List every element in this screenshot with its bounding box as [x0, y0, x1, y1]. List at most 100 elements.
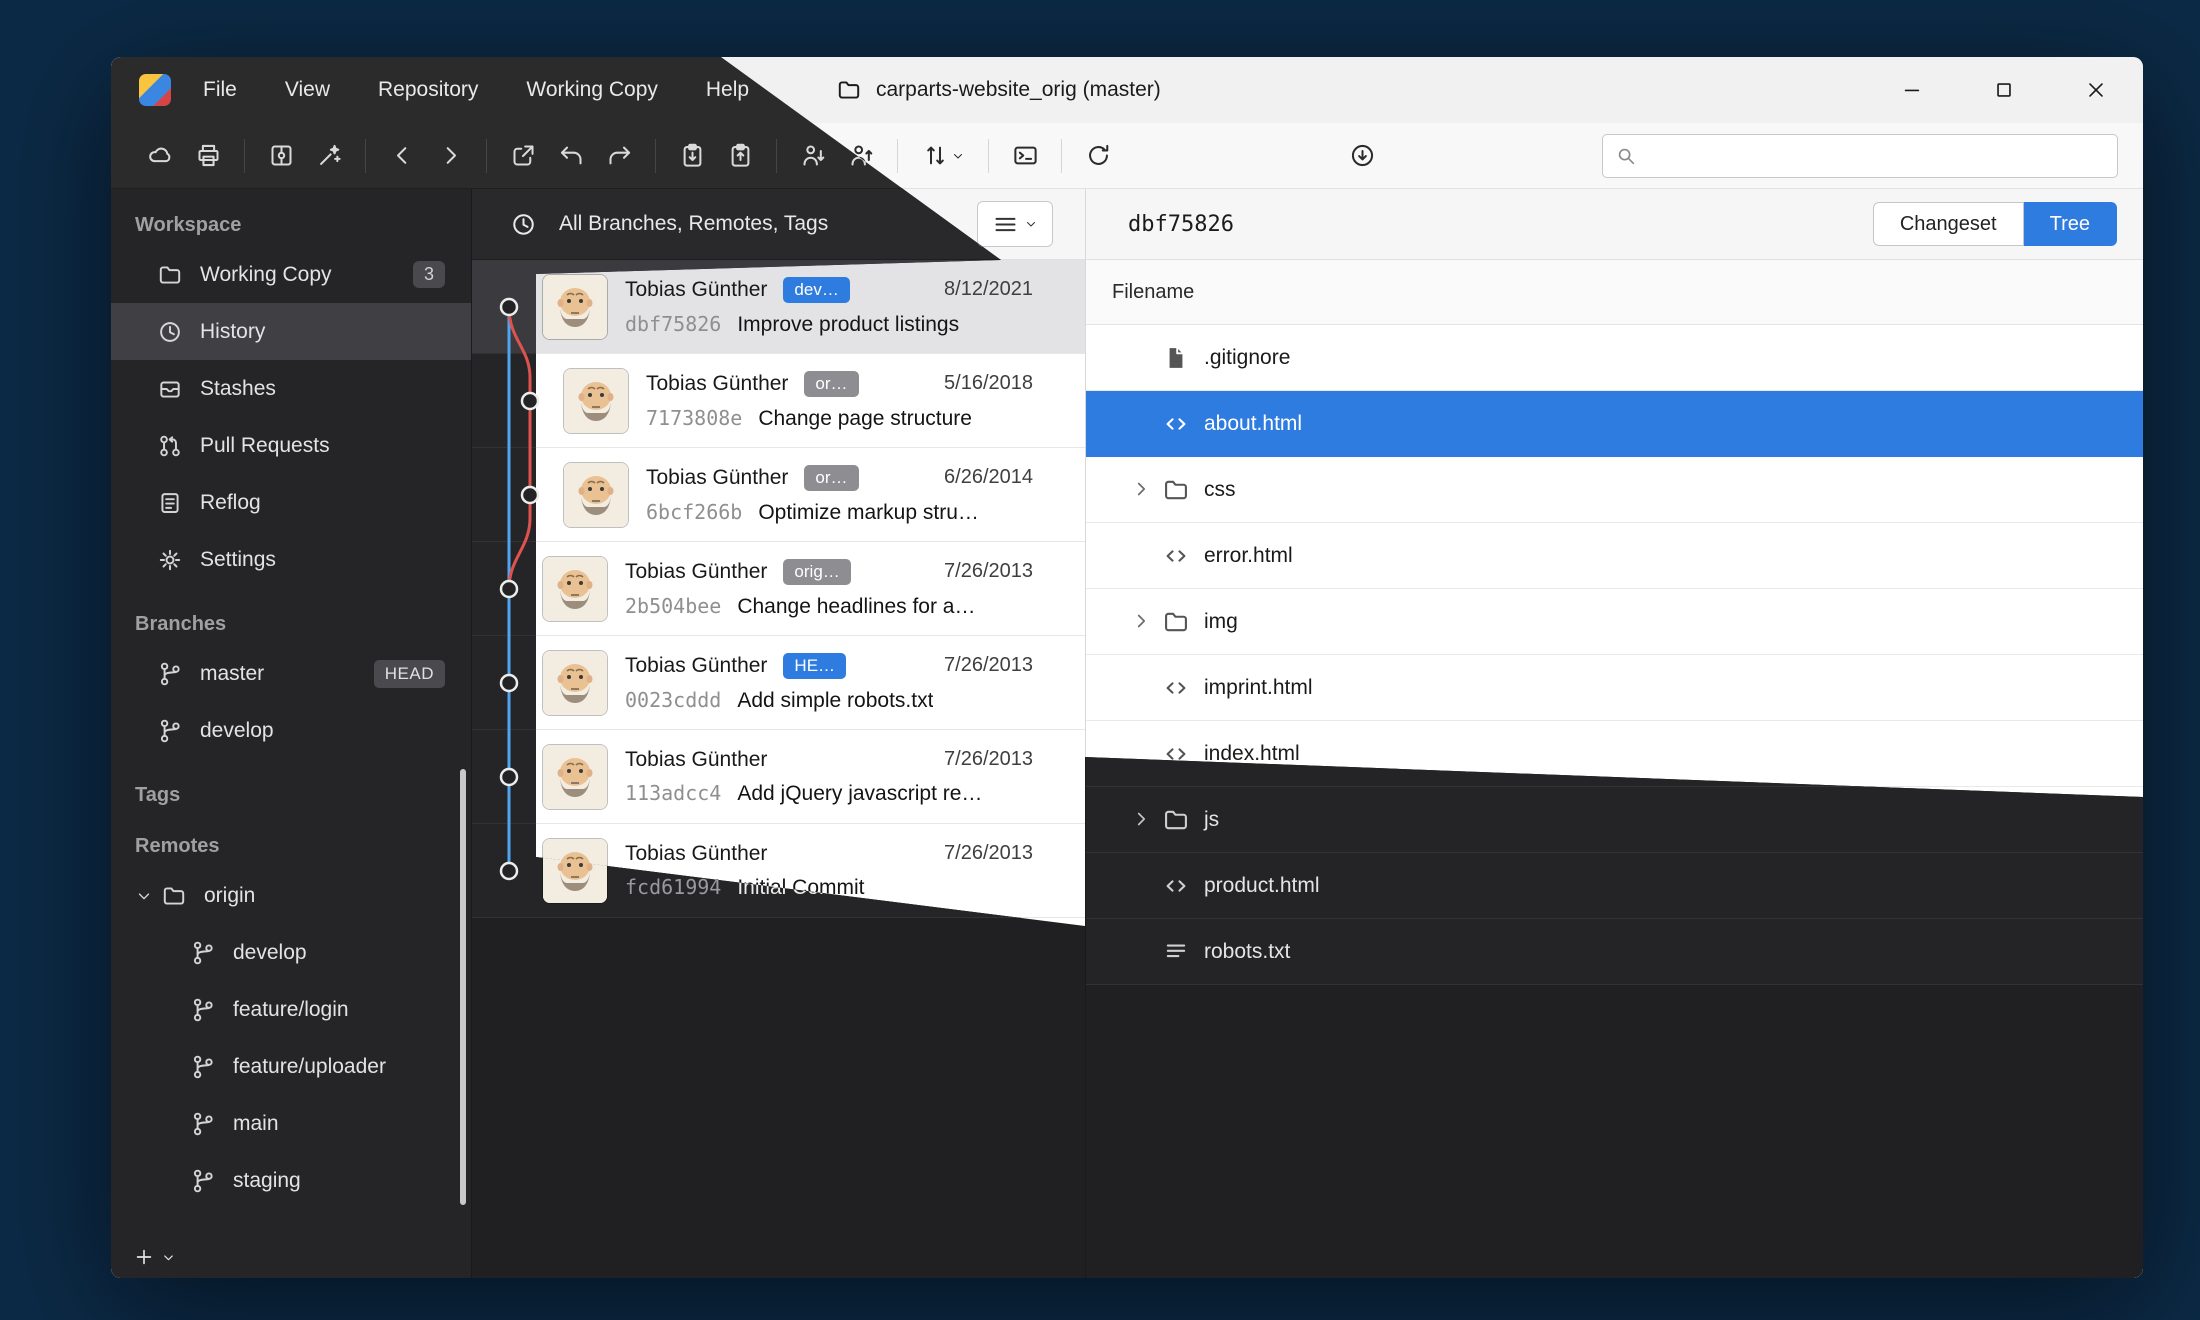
- commit-row[interactable]: Tobias Günther 7/26/2013 fcd61994 Initia…: [472, 824, 1085, 918]
- commit-row[interactable]: Tobias Günther HE… 7/26/2013 0023cddd Ad…: [472, 636, 1085, 730]
- sidebar-item-history[interactable]: History: [111, 303, 471, 360]
- sidebar-item-settings[interactable]: Settings: [111, 531, 471, 588]
- changeset-tab[interactable]: Changeset: [1873, 202, 2024, 246]
- menu-view[interactable]: View: [285, 78, 330, 102]
- commit-message: Change page structure: [758, 407, 972, 431]
- file-name: robots.txt: [1204, 940, 1290, 964]
- file-row[interactable]: about.html: [1086, 391, 2143, 457]
- chevron-spacer: [1130, 346, 1154, 370]
- chevron-right-icon[interactable]: [1130, 478, 1154, 502]
- sidebar-item-label: staging: [233, 1169, 301, 1193]
- menu-working-copy[interactable]: Working Copy: [526, 78, 658, 102]
- sidebar-item-label: Stashes: [200, 377, 276, 401]
- file-row[interactable]: imprint.html: [1086, 655, 2143, 721]
- sidebar-scrollbar[interactable]: [460, 769, 466, 1205]
- sidebar-item-label: Working Copy: [200, 263, 332, 287]
- sidebar-item-branch-develop[interactable]: develop: [111, 702, 471, 759]
- magic-wand-button[interactable]: [305, 132, 353, 180]
- forward-button[interactable]: [426, 132, 474, 180]
- stash-apply-button[interactable]: [716, 132, 764, 180]
- commit-row[interactable]: Tobias Günther or… 5/16/2018 7173808e Ch…: [472, 354, 1085, 448]
- stash-save-button[interactable]: [668, 132, 716, 180]
- sidebar-item-label: History: [200, 320, 265, 344]
- file-row[interactable]: .gitignore: [1086, 325, 2143, 391]
- commit-row[interactable]: Tobias Günther or… 6/26/2014 6bcf266b Op…: [472, 448, 1085, 542]
- sidebar-item-remote-feature-login[interactable]: feature/login: [111, 981, 471, 1038]
- folder-row[interactable]: img: [1086, 589, 2143, 655]
- chevron-down-icon[interactable]: [161, 1250, 176, 1265]
- pull-button[interactable]: [789, 132, 837, 180]
- cloud-button[interactable]: [136, 132, 184, 180]
- search-input[interactable]: [1647, 143, 2105, 168]
- window-content: Workspace Working Copy 3 History Stashes: [111, 189, 2143, 1278]
- folder-row[interactable]: js: [1086, 787, 2143, 853]
- minimize-button[interactable]: [1881, 67, 1943, 113]
- close-button[interactable]: [2065, 67, 2127, 113]
- file-row[interactable]: product.html: [1086, 853, 2143, 919]
- chevron-spacer: [1130, 412, 1154, 436]
- file-row[interactable]: error.html: [1086, 523, 2143, 589]
- selected-commit-hash: dbf75826: [1128, 212, 1234, 237]
- download-button[interactable]: [1338, 132, 1386, 180]
- search-box: [1602, 134, 2118, 178]
- sidebar-item-branch-master[interactable]: master HEAD: [111, 645, 471, 702]
- sidebar-item-remote-develop[interactable]: develop: [111, 924, 471, 981]
- list-options-button[interactable]: [977, 201, 1053, 247]
- terminal-button[interactable]: [1001, 132, 1049, 180]
- commit-row[interactable]: Tobias Günther dev… 8/12/2021 dbf75826 I…: [472, 260, 1085, 354]
- undo-button[interactable]: [547, 132, 595, 180]
- branch-icon: [190, 1054, 216, 1080]
- folder-icon: [161, 883, 187, 909]
- commit-hash: 7173808e: [646, 406, 742, 430]
- clipboard-down-icon: [679, 142, 706, 169]
- tree-tab[interactable]: Tree: [2024, 202, 2117, 246]
- view-toggle: Changeset Tree: [1873, 202, 2117, 246]
- toolbar-separator: [655, 139, 656, 173]
- search-icon: [1615, 145, 1637, 167]
- add-button[interactable]: [133, 1246, 155, 1268]
- push-button[interactable]: [837, 132, 885, 180]
- undo-icon: [558, 142, 585, 169]
- sidebar-item-remote-feature-uploader[interactable]: feature/uploader: [111, 1038, 471, 1095]
- back-icon: [389, 142, 416, 169]
- commit-message: Improve product listings: [737, 313, 959, 337]
- chevron-right-icon[interactable]: [1130, 610, 1154, 634]
- chevron-right-icon[interactable]: [1130, 808, 1154, 832]
- commit-row[interactable]: Tobias Günther orig… 7/26/2013 2b504bee …: [472, 542, 1085, 636]
- avatar: [564, 463, 628, 527]
- sidebar-item-remote-staging[interactable]: staging: [111, 1152, 471, 1209]
- commit-message: Initial Commit: [737, 876, 864, 900]
- compare-branches-button[interactable]: [910, 132, 976, 180]
- folder-name: css: [1204, 478, 1236, 502]
- file-row[interactable]: robots.txt: [1086, 919, 2143, 985]
- commit-author: Tobias Günther: [625, 842, 767, 866]
- share-button[interactable]: [499, 132, 547, 180]
- sidebar-item-reflog[interactable]: Reflog: [111, 474, 471, 531]
- commit-button[interactable]: [257, 132, 305, 180]
- redo-button[interactable]: [595, 132, 643, 180]
- menu-help[interactable]: Help: [706, 78, 749, 102]
- printer-button[interactable]: [184, 132, 232, 180]
- file-row[interactable]: index.html: [1086, 721, 2143, 787]
- menu-repository[interactable]: Repository: [378, 78, 478, 102]
- branch-icon: [190, 997, 216, 1023]
- branch-icon: [157, 718, 183, 744]
- sidebar-item-remote-origin[interactable]: origin: [111, 867, 471, 924]
- chevron-down-icon[interactable]: [135, 887, 153, 905]
- app-icon: [139, 74, 171, 106]
- section-tags: Tags: [135, 780, 471, 810]
- share-icon: [510, 142, 537, 169]
- commit-row[interactable]: Tobias Günther 7/26/2013 113adcc4 Add jQ…: [472, 730, 1085, 824]
- sidebar-item-stashes[interactable]: Stashes: [111, 360, 471, 417]
- menu-file[interactable]: File: [203, 78, 237, 102]
- back-button[interactable]: [378, 132, 426, 180]
- sidebar-item-remote-main[interactable]: main: [111, 1095, 471, 1152]
- sidebar-item-pull-requests[interactable]: Pull Requests: [111, 417, 471, 474]
- sidebar: Workspace Working Copy 3 History Stashes: [111, 189, 471, 1278]
- download-icon: [1349, 142, 1376, 169]
- refresh-button[interactable]: [1074, 132, 1122, 180]
- folder-row[interactable]: css: [1086, 457, 2143, 523]
- sidebar-item-working-copy[interactable]: Working Copy 3: [111, 246, 471, 303]
- maximize-button[interactable]: [1973, 67, 2035, 113]
- chevron-spacer: [1130, 676, 1154, 700]
